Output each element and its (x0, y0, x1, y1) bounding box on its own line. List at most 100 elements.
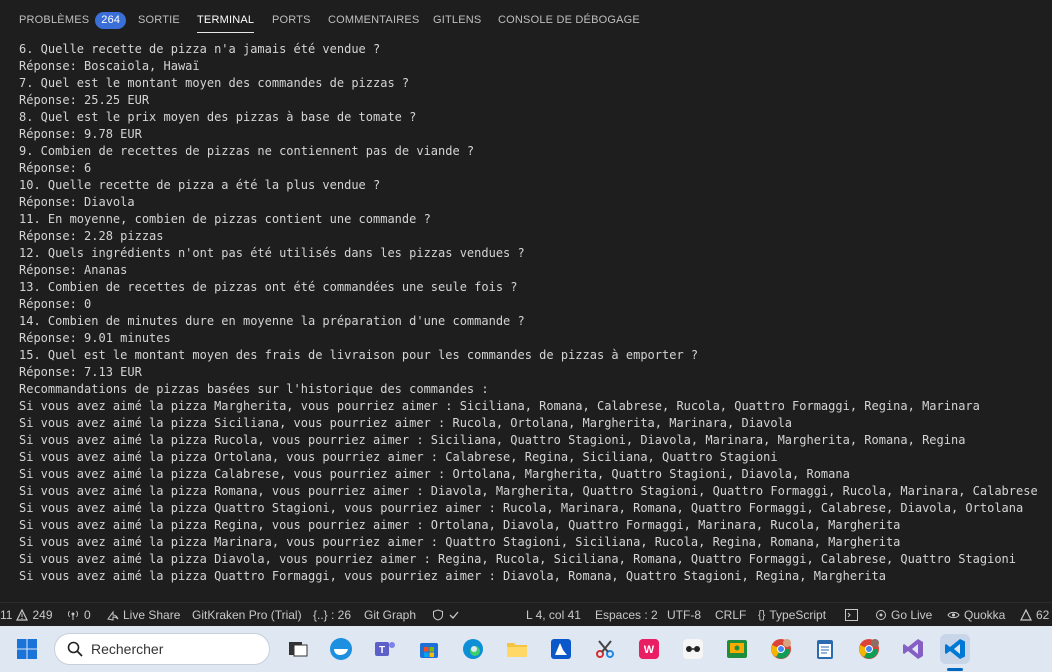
chrome-icon (771, 639, 791, 659)
edge-browser-app[interactable] (458, 634, 488, 664)
tab-ports[interactable]: PORTS (272, 0, 311, 40)
ports-count: 0 (84, 608, 91, 622)
terminal-line: Réponse: Ananas (19, 263, 128, 277)
azure-icon (551, 639, 571, 659)
tab-debug-console[interactable]: CONSOLE DE DÉBOGAGE (498, 0, 640, 40)
check-icon (449, 611, 459, 619)
tab-debug-console-label: CONSOLE DE DÉBOGAGE (498, 14, 640, 26)
git-graph-label: Git Graph (364, 608, 417, 622)
shield-icon (433, 609, 443, 621)
go-live-label: Go Live (891, 608, 933, 622)
encoding-label: UTF-8 (667, 608, 701, 622)
glasses-app[interactable] (678, 634, 708, 664)
terminal-line: Si vous avez aimé la pizza Ortolana, vou… (19, 450, 778, 464)
braces-icon: {} (758, 609, 766, 621)
warning-icon (16, 609, 29, 621)
terminal-line: Réponse: 9.01 minutes (19, 331, 171, 345)
quokka-button[interactable]: Quokka (947, 603, 1005, 627)
status-bar: 11 249 0 Live Share GitKraken Pro (Trial… (0, 602, 1052, 627)
teams-icon: T (375, 642, 395, 656)
vscode-app[interactable] (940, 634, 970, 664)
tab-problems[interactable]: PROBLÈMES 264 (19, 0, 127, 40)
wampserver-app[interactable]: W (634, 634, 664, 664)
tab-terminal[interactable]: TERMINAL (197, 0, 255, 40)
eye-icon (947, 611, 960, 619)
file-explorer-app[interactable] (502, 634, 532, 664)
glasses-icon (683, 639, 703, 659)
live-share-icon (107, 610, 119, 621)
chrome-icon (859, 639, 879, 659)
taskbar-search[interactable]: Rechercher (54, 633, 270, 665)
error-count: 11 (0, 608, 13, 622)
warning-icon (1020, 609, 1032, 621)
gitkraken-status[interactable]: GitKraken Pro (Trial) (192, 603, 302, 627)
visual-studio-app[interactable] (898, 634, 928, 664)
tab-gitlens[interactable]: GITLENS (433, 0, 481, 40)
terminal-line: Réponse: 9.78 EUR (19, 127, 142, 141)
account-check-status[interactable] (432, 603, 460, 627)
git-graph-button[interactable]: Git Graph (364, 603, 416, 627)
terminal-line: Réponse: 2.28 pizzas (19, 229, 164, 243)
terminal-line: Réponse: 7.13 EUR (19, 365, 142, 379)
terminal-line: 9. Combien de recettes de pizzas ne cont… (19, 144, 475, 158)
svg-text:W: W (644, 644, 655, 656)
terminal-line: Si vous avez aimé la pizza Diavola, vous… (19, 552, 1016, 566)
language-label: TypeScript (769, 608, 827, 622)
live-share-button[interactable]: Live Share (106, 603, 180, 627)
notifications-status[interactable]: 62 (1020, 603, 1049, 627)
microsoft-store-app[interactable] (414, 634, 444, 664)
azure-app[interactable] (546, 634, 576, 664)
start-button[interactable] (12, 634, 42, 664)
terminal-line: Si vous avez aimé la pizza Romana, vous … (19, 484, 1038, 498)
tab-problems-label: PROBLÈMES (19, 14, 90, 26)
terminal-line: Si vous avez aimé la pizza Regina, vous … (19, 518, 901, 532)
terminal-line: 7. Quel est le montant moyen des command… (19, 76, 410, 90)
terminal-line: Si vous avez aimé la pizza Rucola, vous … (19, 433, 966, 447)
terminal-line: Recommandations de pizzas basées sur l'h… (19, 382, 489, 396)
active-app-indicator (947, 668, 963, 671)
terminal-line: Réponse: 0 (19, 297, 92, 311)
panel-tab-bar: PROBLÈMES 264 SORTIE TERMINAL PORTS COMM… (0, 0, 1052, 40)
quokka-label: Quokka (964, 608, 1006, 622)
ports-status[interactable]: 0 (66, 603, 91, 627)
indentation-status[interactable]: Espaces : 2 (595, 603, 658, 627)
snipping-tool-app[interactable] (590, 634, 620, 664)
chrome-profile-2[interactable] (854, 634, 884, 664)
svg-text:T: T (379, 645, 385, 656)
warning-count: 249 (32, 608, 53, 622)
terminal-output[interactable]: 6. Quelle recette de pizza n'a jamais ét… (0, 40, 1052, 602)
language-mode[interactable]: {} TypeScript (758, 603, 826, 627)
encoding-status[interactable]: UTF-8 (667, 603, 701, 627)
terminal-line: 14. Combien de minutes dure en moyenne l… (19, 314, 525, 328)
terminal-line: 12. Quels ingrédients n'ont pas été util… (19, 246, 525, 260)
terminal-line: Réponse: 25.25 EUR (19, 93, 150, 107)
teams-app[interactable]: T (370, 634, 400, 664)
chrome-profile-1[interactable] (766, 634, 796, 664)
tab-gitlens-label: GITLENS (433, 14, 482, 26)
docker-icon (330, 638, 352, 660)
store-icon (420, 643, 438, 658)
terminal-line: Réponse: 6 (19, 161, 92, 175)
terminal-toggle-button[interactable] (845, 603, 858, 627)
notifications-count: 62 (1036, 608, 1050, 622)
task-view-button[interactable] (283, 634, 313, 664)
docker-app[interactable] (326, 634, 356, 664)
search-icon (67, 641, 83, 657)
folder-icon (507, 643, 527, 657)
line-ending-status[interactable]: CRLF (715, 603, 746, 627)
taskbar: Rechercher T W (0, 626, 1052, 672)
brackets-status[interactable]: {..} : 26 (313, 603, 351, 627)
tab-comments[interactable]: COMMENTAIRES (328, 0, 419, 40)
task-view-icon (289, 642, 308, 657)
tab-output[interactable]: SORTIE (138, 0, 180, 40)
notepad-app[interactable] (810, 634, 840, 664)
brackets-label: {..} : 26 (313, 608, 352, 622)
green-board-app[interactable] (722, 634, 752, 664)
tab-ports-label: PORTS (272, 14, 311, 26)
vscode-icon (945, 639, 965, 659)
problems-status[interactable]: 11 249 (0, 603, 53, 627)
go-live-button[interactable]: Go Live (875, 603, 932, 627)
terminal-line: Si vous avez aimé la pizza Quattro Stagi… (19, 501, 1024, 515)
tab-terminal-label: TERMINAL (197, 14, 255, 26)
cursor-position[interactable]: L 4, col 41 (526, 603, 581, 627)
